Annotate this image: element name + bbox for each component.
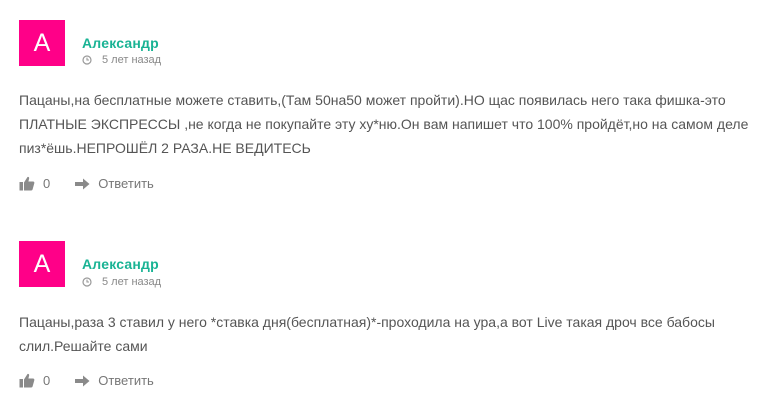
reply-label: Ответить	[98, 176, 154, 191]
reply-button[interactable]: Ответить	[74, 176, 154, 191]
comment-meta: 5 лет назад	[82, 276, 161, 288]
comment-actions: 0 Ответить	[19, 176, 154, 191]
reply-arrow-icon	[75, 375, 90, 386]
comment-author[interactable]: Александр	[82, 35, 159, 51]
comment-text: Пацаны,раза 3 ставил у него *ставка дня(…	[19, 314, 715, 354]
thumbs-up-icon[interactable]	[19, 373, 35, 388]
reply-label: Ответить	[98, 373, 154, 388]
comment-time: 5 лет назад	[102, 54, 162, 66]
comment-time: 5 лет назад	[102, 276, 162, 288]
comment-author[interactable]: Александр	[82, 256, 159, 272]
comment-actions: 0 Ответить	[19, 373, 154, 388]
reply-arrow-icon	[75, 178, 90, 189]
clock-icon	[82, 55, 92, 65]
like-count: 0	[43, 176, 51, 191]
clock-icon	[82, 277, 92, 287]
reply-button[interactable]: Ответить	[74, 373, 154, 388]
avatar: A	[19, 20, 65, 66]
thumbs-up-icon[interactable]	[19, 176, 35, 191]
avatar: A	[19, 241, 65, 287]
comment-text: Пацаны,на бесплатные можете ставить,(Там…	[19, 92, 749, 156]
comment-meta: 5 лет назад	[82, 54, 161, 66]
like-count: 0	[43, 373, 51, 388]
